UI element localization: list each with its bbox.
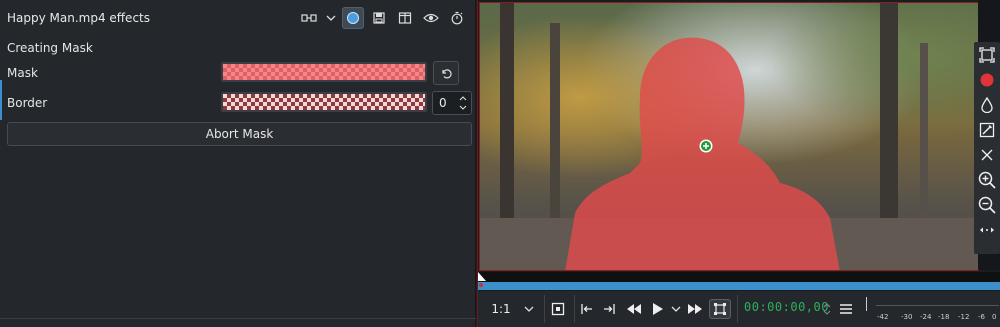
close-icon[interactable]: [976, 144, 998, 166]
record-icon[interactable]: [976, 69, 998, 91]
vu-label: -42: [877, 313, 889, 321]
vu-label: -12: [958, 313, 970, 321]
menu-icon[interactable]: [838, 299, 854, 319]
selection-accent: [0, 80, 2, 120]
zoom-in-icon[interactable]: [976, 169, 998, 191]
timeline-zone[interactable]: [478, 282, 1000, 290]
zoom-out-icon[interactable]: [976, 194, 998, 216]
section-title: Creating Mask: [7, 41, 93, 55]
playhead-marker[interactable]: [478, 272, 486, 281]
vu-label: -18: [938, 313, 950, 321]
timer-icon[interactable]: [446, 7, 468, 29]
fit-frame-icon[interactable]: [976, 44, 998, 66]
border-color-swatch[interactable]: [221, 92, 427, 112]
border-width-spinbox[interactable]: 0: [432, 91, 472, 115]
chevron-down-icon[interactable]: [522, 299, 536, 319]
vu-label: -30: [901, 313, 913, 321]
clip-monitor: 1:1 00:00:00,00 -42 -30 -24 -18 -12 -6 0: [477, 0, 1000, 327]
vu-label: -24: [920, 313, 932, 321]
chevron-down-icon[interactable]: [324, 7, 338, 29]
mask-label: Mask: [7, 66, 38, 80]
save-preset-icon[interactable]: [368, 7, 390, 29]
separator: [544, 295, 545, 323]
video-image: [480, 3, 978, 270]
timeline-ruler[interactable]: [478, 272, 1000, 282]
vu-label: -6: [978, 313, 985, 321]
color-drop-icon[interactable]: [976, 94, 998, 116]
video-frame[interactable]: [479, 2, 979, 271]
effects-toolbar: [298, 7, 468, 29]
expand-arrows-icon[interactable]: [976, 219, 998, 241]
fast-forward-icon[interactable]: [685, 299, 705, 319]
effects-title: Happy Man.mp4 effects: [7, 11, 150, 25]
undo-icon: [442, 69, 452, 79]
compare-icon[interactable]: [298, 7, 320, 29]
zoom-level[interactable]: 1:1: [490, 299, 512, 319]
audio-level-meter: -42 -30 -24 -18 -12 -6 0: [866, 295, 1000, 325]
separator: [737, 295, 738, 323]
set-out-point-icon[interactable]: [600, 299, 618, 319]
chevron-down-icon[interactable]: [670, 299, 682, 319]
effects-panel: Happy Man.mp4 effects Creating Mask Mask…: [0, 0, 476, 327]
effect-enable-icon[interactable]: [342, 7, 364, 29]
playhead-dot: [479, 283, 483, 287]
rewind-icon[interactable]: [624, 299, 644, 319]
mask-color-swatch[interactable]: [221, 62, 427, 82]
edit-mask-icon[interactable]: [976, 119, 998, 141]
divider: [0, 318, 476, 319]
effects-header: Happy Man.mp4 effects: [0, 0, 476, 36]
abort-mask-button[interactable]: Abort Mask: [7, 122, 472, 146]
fit-zone-icon[interactable]: [548, 299, 568, 319]
timecode-spin-icon[interactable]: [822, 299, 832, 319]
reset-button[interactable]: [433, 61, 459, 85]
border-label: Border: [7, 96, 48, 110]
set-in-point-icon[interactable]: [578, 299, 596, 319]
vu-label: 0: [992, 313, 997, 321]
monitor-overlay-toolbar: [974, 42, 1000, 254]
eye-icon[interactable]: [420, 7, 442, 29]
monitor-controls: 1:1 00:00:00,00 -42 -30 -24 -18 -12 -6 0: [478, 291, 1000, 327]
separator: [574, 295, 575, 323]
spin-arrows-icon[interactable]: [458, 94, 468, 112]
transform-icon[interactable]: [709, 299, 731, 319]
border-width-value: 0: [439, 96, 447, 110]
timecode-display[interactable]: 00:00:00,00: [744, 300, 829, 314]
split-view-icon[interactable]: [394, 7, 416, 29]
play-icon[interactable]: [648, 299, 668, 319]
